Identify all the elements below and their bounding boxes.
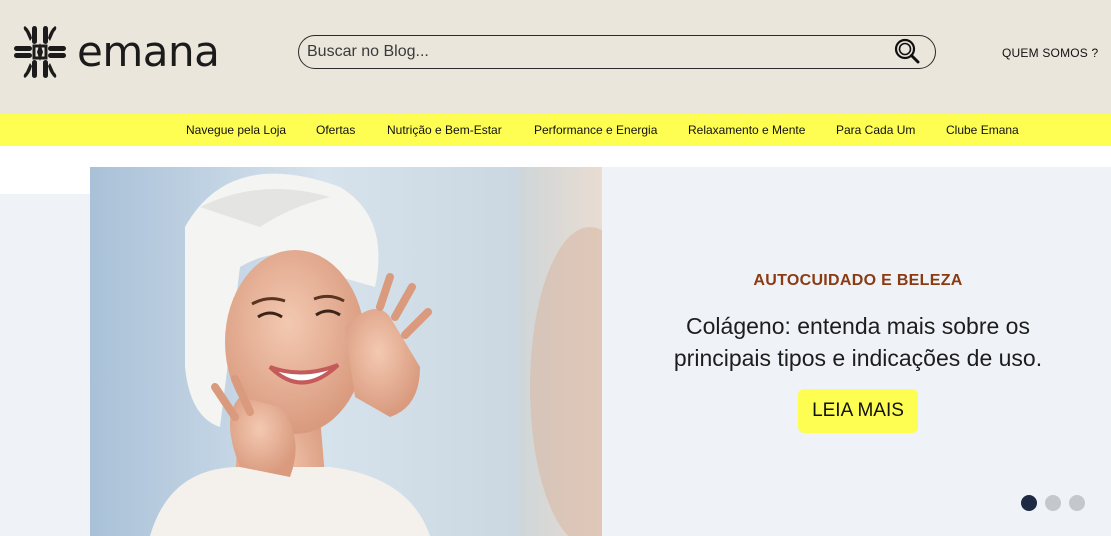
nav-item-clube-emana[interactable]: Clube Emana [946,123,1019,137]
brand-logo[interactable]: emana [13,24,220,80]
nav-item-para-cada-um[interactable]: Para Cada Um [836,123,915,137]
nav-item-nutricao[interactable]: Nutrição e Bem-Estar [387,123,502,137]
search-icon [893,37,921,70]
hero-category[interactable]: AUTOCUIDADO E BELEZA [602,272,1111,290]
search-input[interactable] [307,36,877,67]
hero-image[interactable] [90,167,602,536]
about-link[interactable]: QUEM SOMOS ? [1002,46,1098,60]
nav-item-navegue-pela-loja[interactable]: Navegue pela Loja [186,123,286,137]
logo-icon [13,24,67,80]
carousel-dot-3[interactable] [1069,495,1085,511]
hero-title[interactable]: Colágeno: entenda mais sobre os principa… [640,310,1076,374]
brand-name: emana [77,27,220,76]
search-button[interactable] [893,37,921,70]
carousel-dot-2[interactable] [1045,495,1061,511]
read-more-button[interactable]: LEIA MAIS [798,389,918,433]
search-bar [298,35,936,69]
nav-item-performance[interactable]: Performance e Energia [534,123,657,137]
site-header: emana QUEM SOMOS ? [0,0,1111,114]
main-nav: Navegue pela Loja Ofertas Nutrição e Bem… [0,114,1111,146]
nav-item-relaxamento[interactable]: Relaxamento e Mente [688,123,805,137]
carousel-dot-1[interactable] [1021,495,1037,511]
nav-item-ofertas[interactable]: Ofertas [316,123,355,137]
